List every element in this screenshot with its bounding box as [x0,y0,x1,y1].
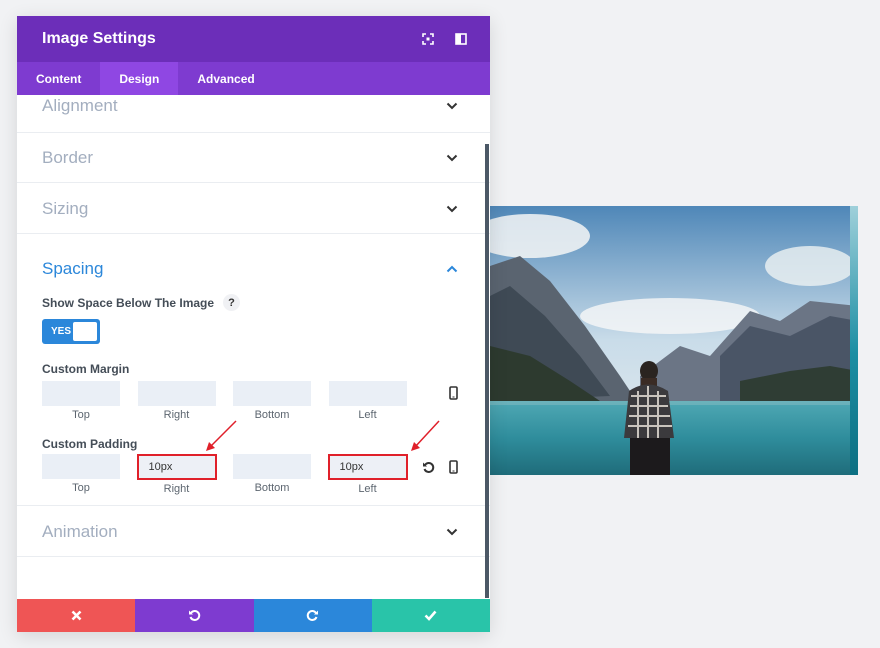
section-alignment[interactable]: Alignment [17,95,490,133]
margin-right-input[interactable] [137,381,216,406]
show-space-toggle[interactable]: YES [42,319,100,344]
margin-left-input[interactable] [328,381,407,406]
padding-bottom-input[interactable] [233,454,311,479]
undo-icon [188,610,201,621]
padding-inputs: Top 10px Right Bottom 10px Left [42,420,490,495]
padding-top-input[interactable] [42,454,120,479]
section-sizing[interactable]: Sizing [17,183,490,234]
margin-right-caption: Right [163,409,190,421]
custom-margin-label: Custom Margin [42,362,490,376]
mobile-device-icon[interactable] [446,386,460,400]
section-spacing-header[interactable]: Spacing [17,234,490,300]
tab-advanced[interactable]: Advanced [178,62,273,95]
section-animation[interactable]: Animation [17,506,490,557]
chevron-down-icon[interactable] [446,154,458,162]
split-view-icon[interactable] [454,32,468,46]
redo-button[interactable] [253,599,372,632]
section-title: Animation [42,521,118,541]
margin-left: Left [328,381,407,421]
margin-inputs: Top Right Bottom Left [42,381,490,421]
margin-top: Top [42,381,120,421]
padding-top: Top [42,454,120,494]
padding-right-caption: Right [163,483,190,495]
padding-left: 10px Left [327,454,408,495]
redo-icon [306,610,319,621]
chevron-down-icon[interactable] [446,205,458,213]
help-icon[interactable]: ? [223,294,241,311]
annotation-arrow-icon [411,420,440,451]
section-spacing: Spacing Show Space Below The Image ? YES… [17,234,490,506]
annotation-arrow-icon [206,420,237,451]
padding-bottom-caption: Bottom [254,482,290,494]
undo-button[interactable] [135,599,254,632]
chevron-down-icon[interactable] [446,528,458,536]
modal-footer [17,599,490,632]
padding-left-input[interactable]: 10px [327,454,408,480]
modal-header: Image Settings [17,16,490,62]
section-title: Border [42,148,94,167]
image-settings-modal: Image Settings Content Design Advanced A… [17,16,490,632]
preview-image [490,206,858,475]
margin-bottom: Bottom [233,381,311,421]
margin-right: Right [137,381,216,421]
toggle-label: YES [51,326,72,337]
toggle-knob [73,322,97,341]
padding-top-caption: Top [72,482,90,494]
chevron-down-icon[interactable] [446,102,458,110]
preview-image-edge [850,206,858,475]
modal-title: Image Settings [42,30,156,47]
margin-top-input[interactable] [42,381,120,406]
section-title: Sizing [42,198,89,218]
custom-padding-label-text: Custom Padding [42,437,138,451]
scrollbar[interactable] [485,144,489,598]
show-space-label-text: Show Space Below The Image [42,295,215,310]
padding-right-input[interactable]: 10px [136,454,217,480]
section-title: Alignment [42,96,118,115]
custom-margin-label-text: Custom Margin [42,362,130,376]
settings-tabs: Content Design Advanced [17,62,490,95]
reset-icon[interactable] [421,460,435,474]
settings-body: Alignment Border Sizing Spacing Show Spa… [17,95,490,599]
tab-design[interactable]: Design [100,62,179,95]
margin-bottom-caption: Bottom [254,409,290,421]
margin-top-caption: Top [72,409,90,421]
chevron-up-icon[interactable] [446,265,458,273]
margin-left-caption: Left [358,409,377,421]
margin-bottom-input[interactable] [233,381,311,406]
fullscreen-icon[interactable] [421,32,435,46]
padding-left-caption: Left [358,483,377,495]
section-title: Spacing [42,259,104,278]
discard-button[interactable] [17,599,136,632]
show-space-label: Show Space Below The Image ? [42,294,490,311]
padding-right: 10px Right [136,454,217,495]
tab-content[interactable]: Content [17,62,100,95]
padding-bottom: Bottom [233,454,311,494]
close-icon [71,610,82,621]
mobile-device-icon[interactable] [446,460,460,474]
check-icon [424,610,437,621]
save-button[interactable] [371,599,490,632]
section-border[interactable]: Border [17,133,490,183]
